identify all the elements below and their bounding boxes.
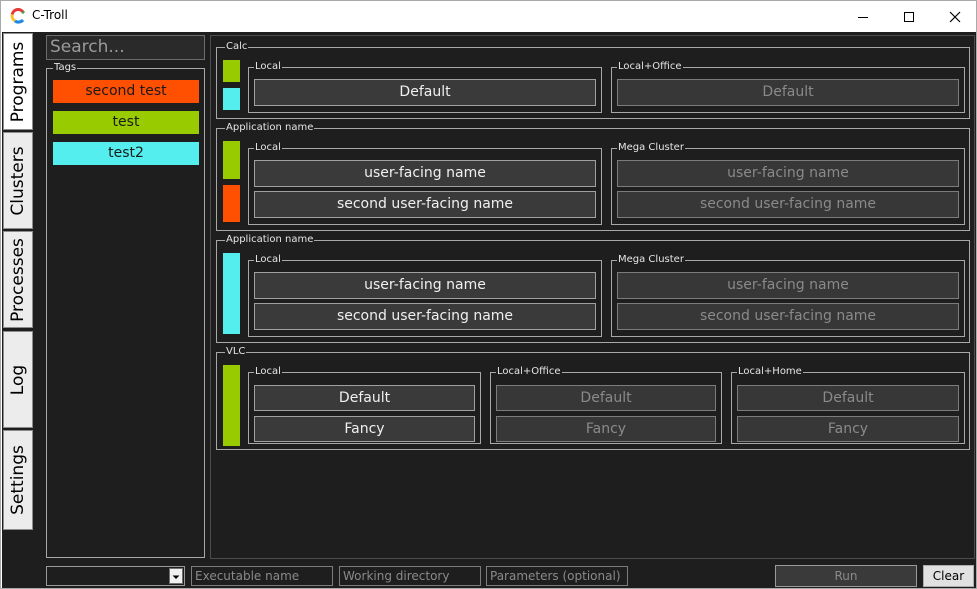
tags-legend: Tags bbox=[53, 61, 78, 75]
app-window: C-Troll Programs Clusters Processes Log … bbox=[0, 0, 977, 589]
cluster-group: Local+Home Default Fancy bbox=[731, 365, 965, 444]
config-button[interactable]: second user-facing name bbox=[254, 303, 596, 330]
minimize-icon bbox=[858, 16, 868, 18]
cluster-group: Mega Cluster user-facing name second use… bbox=[611, 253, 965, 337]
tab-settings[interactable]: Settings bbox=[3, 430, 33, 530]
tab-log-label: Log bbox=[8, 364, 28, 395]
cluster-name: Mega Cluster bbox=[617, 141, 685, 155]
config-button[interactable]: Default bbox=[737, 385, 959, 411]
dropdown-button[interactable] bbox=[169, 568, 183, 584]
tag-button[interactable]: test2 bbox=[53, 142, 199, 165]
cluster-select[interactable] bbox=[46, 566, 185, 586]
cluster-group: Local user-facing name second user-facin… bbox=[248, 253, 602, 337]
config-button[interactable]: Fancy bbox=[254, 416, 475, 442]
program-tag-swatch bbox=[223, 88, 240, 110]
cluster-name: Local bbox=[254, 365, 282, 379]
tags-group: Tags second test test test2 bbox=[46, 61, 205, 558]
close-button[interactable] bbox=[932, 1, 976, 32]
cluster-group: Local+Office Default Fancy bbox=[490, 365, 722, 444]
program-tag-swatch bbox=[223, 60, 240, 82]
config-button[interactable]: Default bbox=[496, 385, 716, 411]
cluster-name: Local+Home bbox=[737, 365, 803, 379]
clear-button[interactable]: Clear bbox=[923, 565, 974, 587]
config-button[interactable]: second user-facing name bbox=[617, 191, 959, 218]
program-name: VLC bbox=[225, 345, 247, 359]
tab-settings-label: Settings bbox=[8, 445, 28, 515]
config-button[interactable]: user-facing name bbox=[617, 272, 959, 299]
tab-programs-label: Programs bbox=[8, 41, 28, 122]
working-directory-input[interactable]: Working directory bbox=[339, 566, 481, 586]
config-button[interactable]: Default bbox=[254, 385, 475, 411]
config-button[interactable]: user-facing name bbox=[254, 160, 596, 187]
tag-button[interactable]: test bbox=[53, 111, 199, 134]
client-area: Programs Clusters Processes Log Settings… bbox=[2, 32, 976, 588]
program-tag-swatch bbox=[223, 185, 240, 222]
config-button[interactable]: Fancy bbox=[496, 416, 716, 442]
cluster-name: Local bbox=[254, 253, 282, 267]
config-button[interactable]: second user-facing name bbox=[617, 303, 959, 330]
program-group: Calc Local Default Local+Office Default bbox=[216, 40, 970, 119]
tab-log[interactable]: Log bbox=[3, 331, 33, 428]
cluster-group: Local user-facing name second user-facin… bbox=[248, 141, 602, 225]
window-title: C-Troll bbox=[32, 8, 68, 22]
config-button[interactable]: Default bbox=[254, 79, 596, 106]
program-group: VLC Local Default Fancy Local+Office Def… bbox=[216, 345, 970, 450]
tab-clusters-label: Clusters bbox=[8, 145, 28, 216]
program-tag-swatch bbox=[223, 365, 240, 446]
run-button[interactable]: Run bbox=[775, 565, 917, 587]
tab-processes[interactable]: Processes bbox=[3, 231, 33, 328]
cluster-name: Local bbox=[254, 60, 282, 74]
cluster-group: Mega Cluster user-facing name second use… bbox=[611, 141, 965, 225]
program-group: Application name Local user-facing name … bbox=[216, 121, 970, 231]
config-button[interactable]: user-facing name bbox=[617, 160, 959, 187]
minimize-button[interactable] bbox=[840, 1, 886, 32]
program-tag-swatch bbox=[223, 141, 240, 179]
cluster-name: Local+Office bbox=[496, 365, 562, 379]
programs-panel: Calc Local Default Local+Office Default … bbox=[210, 35, 975, 559]
config-button[interactable]: second user-facing name bbox=[254, 191, 596, 218]
maximize-icon bbox=[904, 11, 914, 22]
config-button[interactable]: Default bbox=[617, 79, 959, 106]
cluster-name: Local+Office bbox=[617, 60, 683, 74]
close-icon bbox=[949, 11, 961, 22]
config-button[interactable]: Fancy bbox=[737, 416, 959, 442]
tab-programs[interactable]: Programs bbox=[3, 33, 33, 130]
program-name: Calc bbox=[225, 40, 249, 54]
app-logo-icon bbox=[10, 8, 26, 24]
search-input[interactable]: Search... bbox=[46, 35, 205, 60]
cluster-group: Local+Office Default bbox=[611, 60, 965, 113]
cluster-group: Local Default Fancy bbox=[248, 365, 481, 444]
chevron-down-icon bbox=[172, 575, 180, 579]
tab-clusters[interactable]: Clusters bbox=[3, 132, 33, 229]
cluster-group: Local Default bbox=[248, 60, 602, 113]
program-name: Application name bbox=[225, 121, 315, 135]
program-group: Application name Local user-facing name … bbox=[216, 233, 970, 343]
maximize-button[interactable] bbox=[886, 1, 932, 32]
tab-processes-label: Processes bbox=[8, 237, 28, 322]
title-bar[interactable]: C-Troll bbox=[1, 1, 976, 32]
tag-button[interactable]: second test bbox=[53, 80, 199, 103]
program-name: Application name bbox=[225, 233, 315, 247]
cluster-name: Local bbox=[254, 141, 282, 155]
executable-input[interactable]: Executable name bbox=[191, 566, 333, 586]
cluster-name: Mega Cluster bbox=[617, 253, 685, 267]
program-tag-swatch bbox=[223, 253, 240, 334]
parameters-input[interactable]: Parameters (optional) bbox=[486, 566, 628, 586]
config-button[interactable]: user-facing name bbox=[254, 272, 596, 299]
